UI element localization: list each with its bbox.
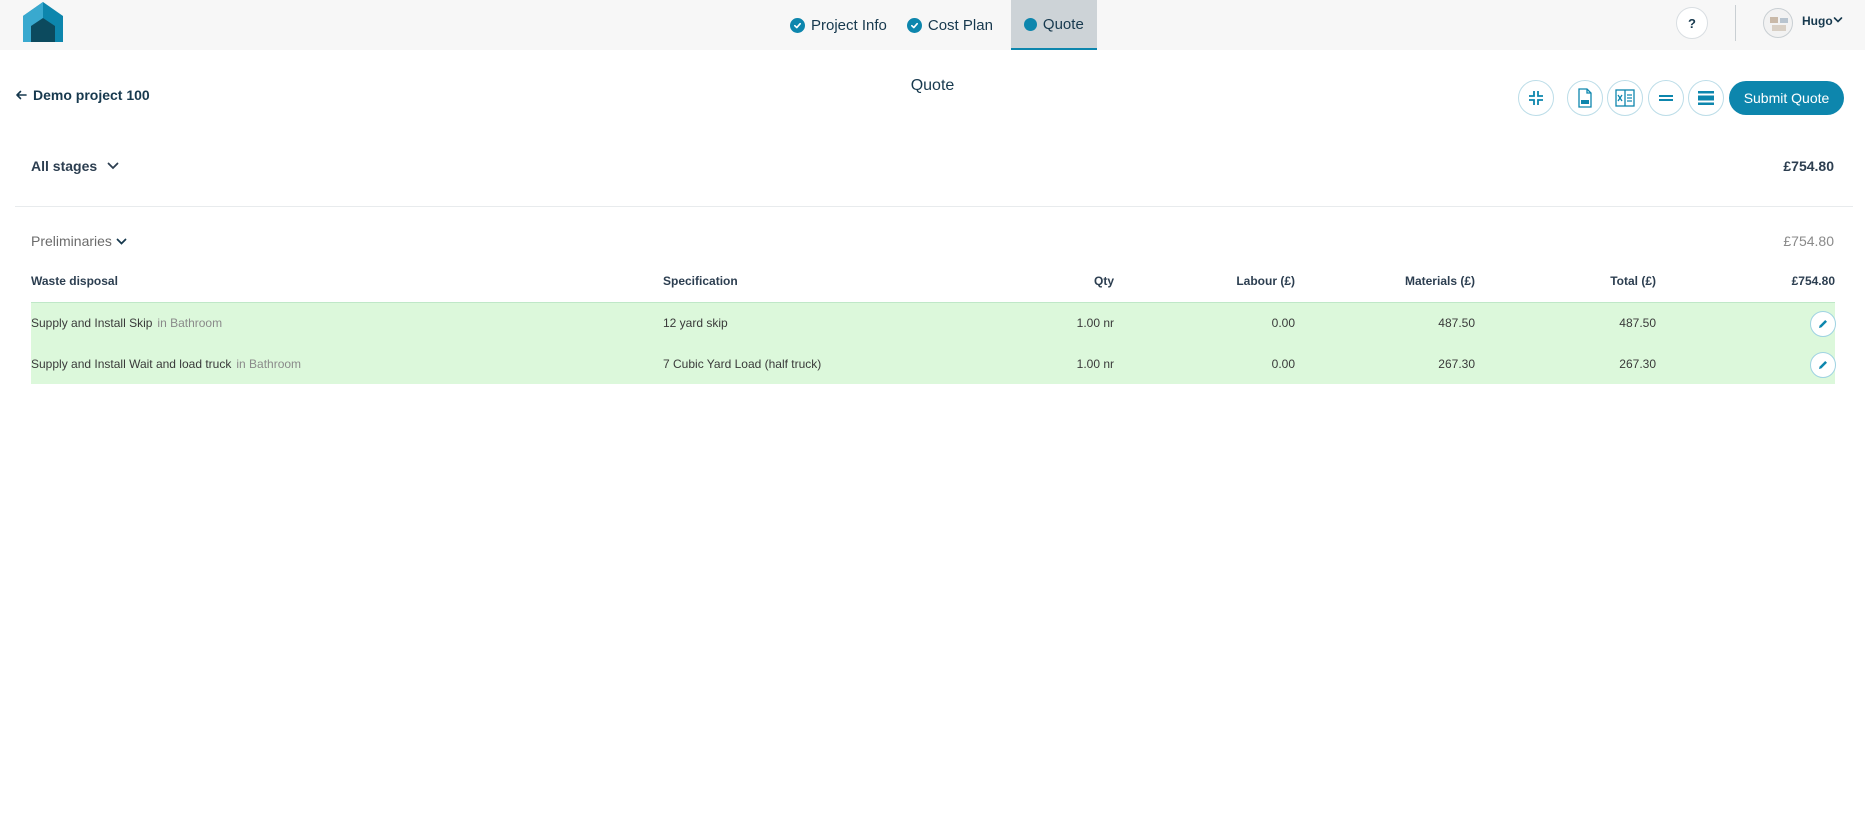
labour-cell: 0.00 xyxy=(1271,316,1295,330)
pencil-icon xyxy=(1819,361,1827,369)
company-logo[interactable] xyxy=(23,2,63,42)
table-row: Supply and Install Skip in Bathroom 12 ya… xyxy=(31,303,1836,343)
submit-quote-button[interactable]: Submit Quote xyxy=(1729,81,1844,115)
chevron-down-icon xyxy=(107,162,119,170)
total-cell: 487.50 xyxy=(1619,316,1656,330)
section-toggle-preliminaries[interactable]: Preliminaries xyxy=(31,233,127,249)
export-pdf-button[interactable] xyxy=(1567,80,1603,116)
total-cell: 267.30 xyxy=(1619,357,1656,371)
avatar[interactable] xyxy=(1763,8,1793,38)
materials-cell: 487.50 xyxy=(1438,316,1475,330)
collapse-icon xyxy=(1529,91,1543,105)
column-header-labour: Labour (£) xyxy=(1236,274,1295,288)
edit-button[interactable] xyxy=(1810,311,1836,337)
specification-cell: 7 Cubic Yard Load (half truck) xyxy=(663,357,822,371)
stages-total: £754.80 xyxy=(1783,158,1834,174)
tab-quote[interactable]: Quote xyxy=(1010,0,1097,50)
user-name[interactable]: Hugo xyxy=(1802,14,1833,28)
section-total: £754.80 xyxy=(1783,233,1834,249)
section-name: Preliminaries xyxy=(31,233,112,249)
column-header-specification: Specification xyxy=(663,274,738,288)
pencil-icon xyxy=(1819,320,1827,328)
tab-project-info[interactable]: Project Info xyxy=(780,0,897,50)
edit-button[interactable] xyxy=(1810,352,1836,378)
nav-divider xyxy=(1735,5,1736,41)
tab-label: Project Info xyxy=(811,16,887,34)
pdf-icon xyxy=(1578,88,1592,108)
column-header-qty: Qty xyxy=(1093,274,1114,288)
item-location: in Bathroom xyxy=(236,357,302,371)
table-header: Waste disposal Specification Qty Labour … xyxy=(31,271,1835,303)
help-button[interactable]: ? xyxy=(1676,7,1708,39)
back-link[interactable]: Demo project 100 xyxy=(15,87,150,103)
tab-label: Quote xyxy=(1042,15,1084,33)
materials-cell: 267.30 xyxy=(1438,357,1475,371)
stage-selector[interactable]: All stages xyxy=(31,158,119,174)
item-location: in Bathroom xyxy=(157,316,223,330)
excel-icon xyxy=(1615,89,1635,107)
chevron-down-icon[interactable] xyxy=(1833,16,1843,24)
tab-label: Cost Plan xyxy=(927,16,993,34)
chevron-down-icon xyxy=(116,238,127,245)
labour-cell: 0.00 xyxy=(1271,357,1295,371)
qty-cell: 1.00 nr xyxy=(1076,316,1114,330)
export-excel-button[interactable] xyxy=(1607,80,1643,116)
tab-cost-plan[interactable]: Cost Plan xyxy=(897,0,1003,50)
item-name: Supply and Install Skip xyxy=(31,316,153,330)
specification-cell: 12 yard skip xyxy=(663,316,728,330)
table-row: Supply and Install Wait and load truck in… xyxy=(31,344,1836,384)
item-name: Supply and Install Wait and load truck xyxy=(31,357,232,371)
qty-cell: 1.00 nr xyxy=(1076,357,1114,371)
check-circle-icon xyxy=(906,17,922,33)
column-header-group: Waste disposal xyxy=(31,274,118,288)
divider xyxy=(15,206,1853,207)
column-header-total: Total (£) xyxy=(1610,274,1656,288)
compact-view-button[interactable] xyxy=(1648,80,1684,116)
group-total: £754.80 xyxy=(1791,274,1835,288)
table-body: Supply and Install Skip in Bathroom 12 ya… xyxy=(31,303,1836,384)
compact-view-icon xyxy=(1659,95,1673,101)
top-nav: Project Info Cost Plan Quote ? Hugo xyxy=(0,0,1865,50)
item-cell: Supply and Install Skip in Bathroom xyxy=(31,316,222,330)
stage-tabs: Project Info Cost Plan Quote xyxy=(780,0,1097,50)
stage-selector-label: All stages xyxy=(31,158,98,174)
check-circle-icon xyxy=(790,17,805,33)
arrow-left-icon xyxy=(16,90,27,100)
expanded-view-button[interactable] xyxy=(1688,80,1724,116)
dot-icon xyxy=(1023,17,1037,31)
collapse-button[interactable] xyxy=(1518,80,1554,116)
column-header-materials: Materials (£) xyxy=(1404,274,1475,288)
item-cell: Supply and Install Wait and load truck in… xyxy=(31,357,301,371)
expanded-view-icon xyxy=(1698,91,1714,105)
back-link-label: Demo project 100 xyxy=(33,87,150,103)
